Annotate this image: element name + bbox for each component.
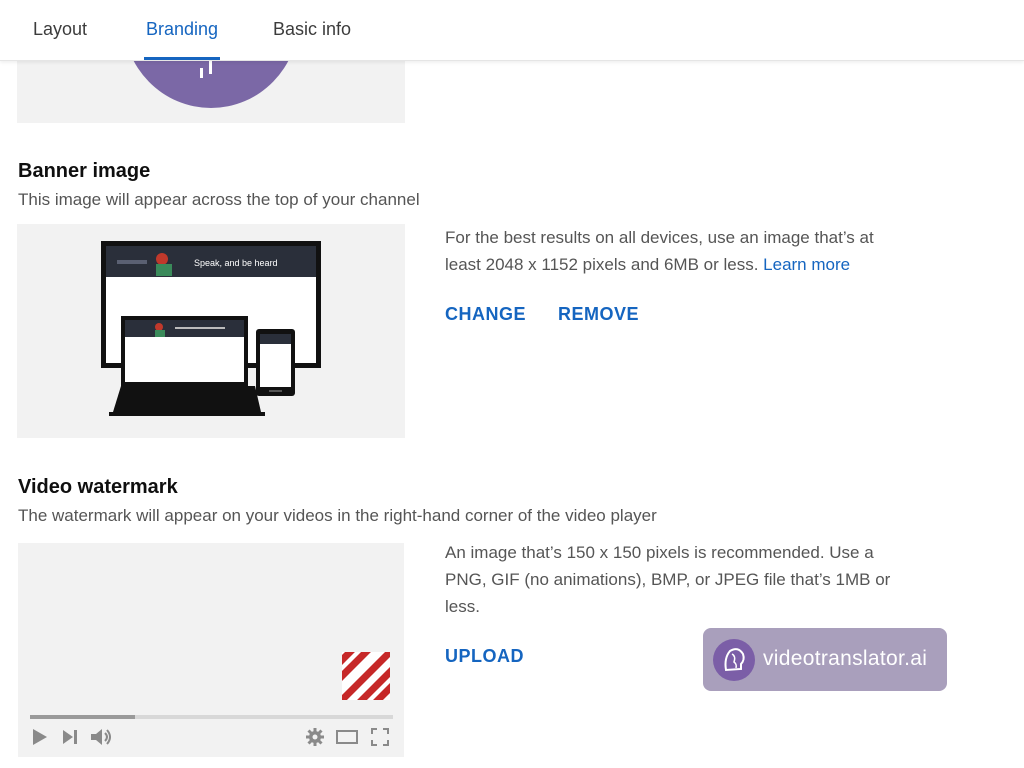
tab-basic-info[interactable]: Basic info: [271, 0, 353, 60]
watermark-section-title: Video watermark: [18, 476, 178, 498]
settings-gear-icon[interactable]: [305, 727, 325, 747]
next-icon[interactable]: [60, 727, 80, 747]
banner-info: For the best results on all devices, use…: [445, 224, 905, 278]
watermark-placeholder-icon: [342, 652, 390, 700]
upload-watermark-button[interactable]: UPLOAD: [445, 646, 524, 667]
banner-preview-text: Speak, and be heard: [194, 258, 278, 268]
tab-branding[interactable]: Branding: [144, 0, 221, 60]
banner-section-description: This image will appear across the top of…: [18, 190, 420, 209]
change-banner-button[interactable]: CHANGE: [445, 304, 526, 325]
banner-section-title: Banner image: [18, 160, 151, 182]
profile-avatar-image: [133, 60, 289, 108]
profile-picture-preview: [17, 60, 405, 123]
banner-preview: Speak, and be heard: [17, 224, 405, 438]
remove-banner-button[interactable]: REMOVE: [558, 304, 639, 325]
videotranslator-brand-badge: videotranslator.ai: [703, 628, 947, 691]
tab-bar: Layout Branding Basic info: [0, 0, 1024, 61]
watermark-section-description: The watermark will appear on your videos…: [18, 506, 657, 525]
play-icon[interactable]: [30, 727, 50, 747]
videotranslator-logo-icon: [713, 639, 755, 681]
videotranslator-brand-text: videotranslator.ai: [763, 647, 928, 670]
video-progress-fill: [30, 715, 136, 719]
fullscreen-icon[interactable]: [370, 727, 390, 747]
watermark-preview: [18, 543, 404, 757]
tab-layout[interactable]: Layout: [31, 0, 89, 60]
theater-mode-icon[interactable]: [335, 727, 359, 747]
volume-icon[interactable]: [89, 727, 115, 747]
video-progress-bar[interactable]: [30, 715, 393, 719]
watermark-info-text: An image that’s 150 x 150 pixels is reco…: [445, 543, 891, 616]
banner-devices-illustration: Speak, and be heard: [101, 241, 321, 416]
learn-more-link[interactable]: Learn more: [763, 255, 850, 274]
